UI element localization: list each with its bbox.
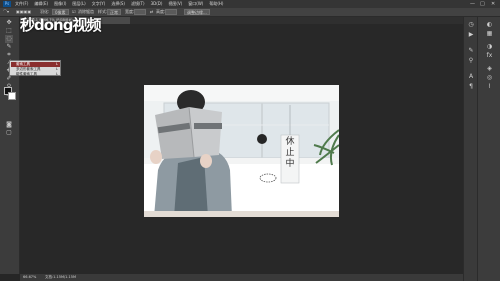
minimize-button[interactable]: — xyxy=(470,1,475,7)
styles-panel-icon[interactable]: fx xyxy=(485,52,494,60)
flyout-item-label: 多边形套索工具 xyxy=(16,67,41,71)
crop-icon[interactable]: ⌗ xyxy=(5,51,13,59)
zoom-level[interactable]: 66.67% xyxy=(23,274,36,281)
menu-help[interactable]: 帮助(H) xyxy=(209,0,223,8)
menu-view[interactable]: 视图(V) xyxy=(168,0,182,8)
menu-select[interactable]: 选择(S) xyxy=(111,0,125,8)
height-label: 高度: xyxy=(156,9,166,14)
menu-window[interactable]: 窗口(W) xyxy=(188,0,203,8)
menu-3d[interactable]: 3D(D) xyxy=(151,0,163,8)
lasso-flyout-menu: 套索工具 L 多边形套索工具 L 磁性套索工具 L xyxy=(9,60,61,76)
menu-layer[interactable]: 图层(L) xyxy=(72,0,85,8)
tools-panel: ✥ ⬚ ◌ ✎ ⌗ ⁄ ✚ ✐ ⚲ ▭ ◙ ▢ xyxy=(0,17,20,274)
photo-image xyxy=(144,85,339,217)
height-input[interactable] xyxy=(165,9,177,15)
adjustments-panel-icon[interactable]: ◑ xyxy=(485,43,494,51)
flyout-item-shortcut: L xyxy=(56,72,58,76)
maximize-button[interactable]: □ xyxy=(480,1,485,7)
lasso-tool-preset-icon[interactable]: ⌒▾ xyxy=(3,9,9,15)
flyout-item-label: 磁性套索工具 xyxy=(16,72,37,76)
paragraph-panel-icon[interactable]: ¶ xyxy=(467,83,475,91)
menu-file[interactable]: 文件(F) xyxy=(15,0,28,8)
channels-panel-icon[interactable]: ◎ xyxy=(485,74,494,82)
photoshop-logo-icon: Ps xyxy=(3,1,11,7)
flyout-item-label: 套索工具 xyxy=(16,62,30,66)
width-input[interactable] xyxy=(134,9,146,15)
move-icon[interactable]: ✥ xyxy=(5,19,13,27)
refine-edge-button[interactable]: 调整边缘... xyxy=(184,9,210,15)
document-info: 文档:1.15M/1.15M xyxy=(45,275,76,279)
screen-mode-icon[interactable]: ▢ xyxy=(5,129,13,137)
quick-mask-icon[interactable]: ◙ xyxy=(5,121,13,129)
clone-source-panel-icon[interactable]: ⚲ xyxy=(467,57,475,65)
character-panel-icon[interactable]: A xyxy=(467,73,475,81)
quick-select-icon[interactable]: ✎ xyxy=(5,43,13,51)
swap-icon[interactable]: ⇄ xyxy=(150,9,153,15)
width-label: 宽度: xyxy=(125,9,135,14)
menu-image[interactable]: 图像(I) xyxy=(54,0,66,8)
document-canvas[interactable]: 休止中 xyxy=(144,85,339,217)
collapsed-panel-dock: ◷ ▶ ✎ ⚲ A ¶ xyxy=(463,17,477,281)
swatches-panel-icon[interactable]: ▦ xyxy=(485,30,494,38)
actions-panel-icon[interactable]: ▶ xyxy=(467,31,475,39)
layers-panel-icon[interactable]: ◈ xyxy=(485,65,494,73)
menu-edit[interactable]: 编辑(E) xyxy=(34,0,48,8)
color-panel-icon[interactable]: ◐ xyxy=(485,21,494,29)
style-select[interactable]: 正常 xyxy=(107,9,121,15)
panel-dock: ◐ ▦ ◑ fx ◈ ◎ ⌇ xyxy=(477,17,500,281)
menu-filter[interactable]: 滤镜(T) xyxy=(131,0,145,8)
lasso-icon[interactable]: ◌ xyxy=(5,35,13,43)
brush-panel-icon[interactable]: ✎ xyxy=(467,47,475,55)
status-bar: 66.67% 文档:1.15M/1.15M xyxy=(20,274,463,281)
marquee-icon[interactable]: ⬚ xyxy=(5,27,13,35)
history-panel-icon[interactable]: ◷ xyxy=(467,21,475,29)
sign-text: 休止中 xyxy=(285,137,295,169)
menu-type[interactable]: 文字(Y) xyxy=(92,0,106,8)
background-color-swatch[interactable] xyxy=(8,92,16,100)
paths-panel-icon[interactable]: ⌇ xyxy=(485,83,494,91)
menu-bar: Ps 文件(F) 编辑(E) 图像(I) 图层(L) 文字(Y) 选择(S) 滤… xyxy=(0,0,500,8)
close-button[interactable]: ✕ xyxy=(491,1,495,7)
flyout-item-magnetic-lasso[interactable]: 磁性套索工具 L xyxy=(11,72,60,77)
watermark-logo: 秒dong视频 xyxy=(20,16,101,34)
